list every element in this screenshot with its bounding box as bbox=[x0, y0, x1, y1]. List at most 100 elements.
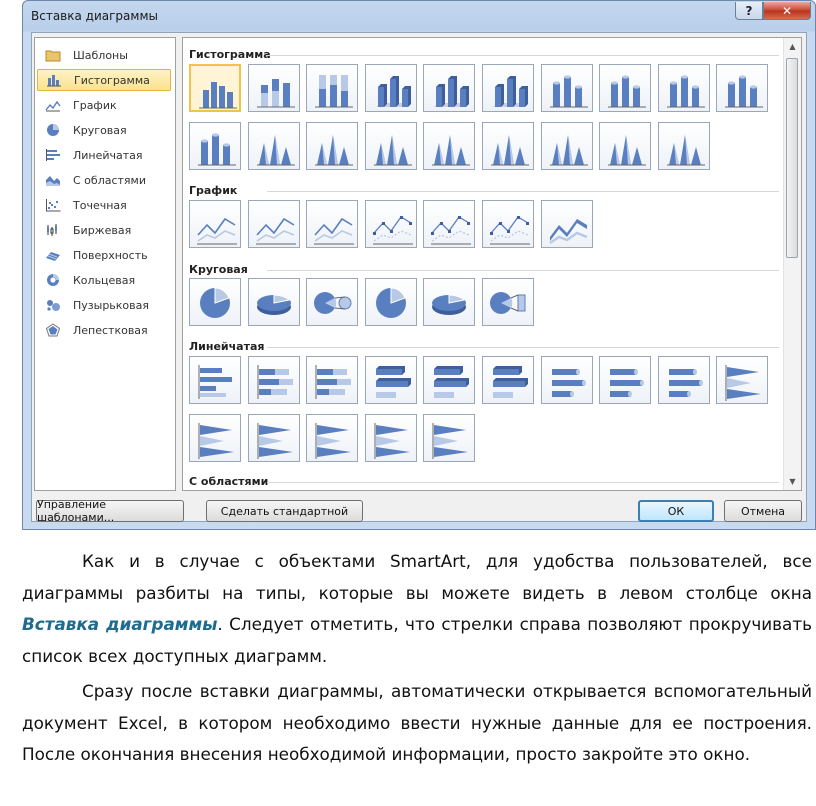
chart-subtype-thumbnail[interactable] bbox=[189, 278, 241, 326]
barcone-chart-icon bbox=[257, 423, 293, 459]
pie-chart-icon bbox=[47, 124, 59, 136]
barstack-chart-icon bbox=[257, 365, 293, 399]
type-item-bubble[interactable]: Пузырьковая bbox=[37, 294, 171, 316]
scroll-down-arrow-icon[interactable]: ▼ bbox=[784, 473, 801, 490]
area-chart-icon bbox=[46, 176, 60, 186]
col-chart-icon bbox=[199, 82, 237, 109]
type-item-area[interactable]: С областями bbox=[37, 169, 171, 191]
chart-subtype-thumbnail[interactable] bbox=[364, 122, 417, 170]
cyl-chart-icon bbox=[666, 75, 705, 108]
type-item-scatter[interactable]: Точечная bbox=[37, 194, 171, 216]
type-item-bar[interactable]: Линейчатая bbox=[37, 144, 171, 166]
scrollbar-thumb[interactable] bbox=[786, 58, 798, 258]
barcyl-chart-icon bbox=[668, 369, 703, 397]
chart-subtype-thumbnail[interactable] bbox=[482, 64, 534, 112]
chart-subtype-thumbnail[interactable] bbox=[482, 122, 534, 170]
chart-subtype-thumbnail[interactable] bbox=[540, 200, 593, 248]
chart-subtype-thumbnail[interactable] bbox=[599, 356, 652, 404]
ok-button[interactable]: ОК bbox=[638, 500, 714, 522]
cone-chart-icon bbox=[373, 135, 412, 166]
chart-subtype-thumbnail[interactable] bbox=[247, 200, 300, 248]
chart-subtype-thumbnail[interactable] bbox=[657, 356, 710, 404]
chart-subtype-thumbnail[interactable] bbox=[247, 64, 300, 112]
chart-subtype-thumbnail[interactable] bbox=[482, 200, 534, 248]
chart-subtype-thumbnail[interactable] bbox=[306, 122, 359, 170]
chart-type-list: Шаблоны Гистограмма График Круговая Лине… bbox=[34, 37, 176, 491]
chart-subtype-thumbnail[interactable] bbox=[657, 122, 710, 170]
type-item-surface[interactable]: Поверхность bbox=[37, 244, 171, 266]
type-item-templates[interactable]: Шаблоны bbox=[37, 44, 171, 66]
radar-chart-icon bbox=[45, 323, 61, 337]
bar-chart-icon bbox=[198, 365, 232, 399]
chart-subtype-thumbnail[interactable] bbox=[540, 122, 593, 170]
chart-subtype-thumbnail[interactable] bbox=[306, 356, 359, 404]
chart-subtype-thumbnail[interactable] bbox=[364, 414, 417, 462]
chart-subtype-thumbnail[interactable] bbox=[189, 414, 241, 462]
section-divider bbox=[267, 482, 779, 483]
chart-gallery: Гистограмма График Круговая Линейчатая С… bbox=[182, 37, 802, 491]
title-bar[interactable]: Вставка диаграммы ? ✕ bbox=[23, 1, 815, 33]
chart-subtype-thumbnail[interactable] bbox=[364, 356, 417, 404]
type-item-label: Линейчатая bbox=[73, 148, 143, 162]
chart-subtype-thumbnail[interactable] bbox=[716, 64, 769, 112]
chart-subtype-thumbnail[interactable] bbox=[247, 356, 300, 404]
cyl-chart-icon bbox=[198, 133, 236, 166]
chart-subtype-thumbnail[interactable] bbox=[364, 278, 417, 326]
cancel-button[interactable]: Отмена bbox=[724, 500, 802, 522]
chart-subtype-thumbnail[interactable] bbox=[189, 122, 241, 170]
chart-subtype-thumbnail[interactable] bbox=[657, 64, 710, 112]
chart-subtype-thumbnail[interactable] bbox=[247, 414, 300, 462]
chart-subtype-thumbnail[interactable] bbox=[716, 356, 769, 404]
chart-subtype-thumbnail[interactable] bbox=[599, 122, 652, 170]
type-item-radar[interactable]: Лепестковая bbox=[37, 319, 171, 341]
type-item-pie[interactable]: Круговая bbox=[37, 119, 171, 141]
chart-subtype-thumbnail[interactable] bbox=[247, 278, 300, 326]
chart-subtype-thumbnail[interactable] bbox=[189, 200, 241, 248]
type-item-stock[interactable]: Биржевая bbox=[37, 219, 171, 241]
paragraph-1-text: Как и в случае с объектами SmartArt, для… bbox=[22, 551, 812, 603]
chart-subtype-thumbnail[interactable] bbox=[423, 200, 476, 248]
pie3d-chart-icon bbox=[256, 294, 291, 315]
pie3d-chart-icon bbox=[432, 294, 467, 315]
dialog-title: Вставка диаграммы bbox=[31, 9, 158, 23]
scatter-chart-icon bbox=[46, 199, 61, 212]
chart-subtype-thumbnail[interactable] bbox=[423, 64, 476, 112]
chart-subtype-thumbnail[interactable] bbox=[189, 64, 241, 112]
barcone-chart-icon bbox=[198, 423, 234, 459]
type-item-column[interactable]: Гистограмма bbox=[37, 69, 171, 91]
type-item-doughnut[interactable]: Кольцевая bbox=[37, 269, 171, 291]
chart-subtype-thumbnail[interactable] bbox=[599, 64, 652, 112]
gallery-scrollbar[interactable]: ▲ ▼ bbox=[783, 38, 801, 490]
chart-subtype-thumbnail[interactable] bbox=[482, 356, 534, 404]
set-default-button[interactable]: Сделать стандартной bbox=[206, 500, 363, 522]
barcyl-chart-icon bbox=[551, 369, 586, 397]
type-item-line[interactable]: График bbox=[37, 94, 171, 116]
chart-subtype-thumbnail[interactable] bbox=[364, 64, 417, 112]
help-button[interactable]: ? bbox=[735, 2, 763, 20]
chart-subtype-thumbnail[interactable] bbox=[540, 356, 593, 404]
chart-subtype-thumbnail[interactable] bbox=[423, 278, 476, 326]
folder-icon bbox=[45, 50, 61, 62]
cone-chart-icon bbox=[549, 135, 588, 166]
chart-subtype-thumbnail[interactable] bbox=[306, 414, 359, 462]
chart-subtype-thumbnail[interactable] bbox=[306, 64, 359, 112]
chart-subtype-thumbnail[interactable] bbox=[423, 356, 476, 404]
chart-subtype-thumbnail[interactable] bbox=[189, 356, 241, 404]
chart-subtype-thumbnail[interactable] bbox=[306, 200, 359, 248]
chart-subtype-thumbnail[interactable] bbox=[423, 122, 476, 170]
manage-templates-button[interactable]: Управление шаблонами... bbox=[36, 498, 184, 524]
barcone-chart-icon bbox=[315, 423, 352, 459]
scroll-up-arrow-icon[interactable]: ▲ bbox=[784, 38, 801, 55]
surface-chart-icon bbox=[46, 252, 60, 261]
chart-subtype-thumbnail[interactable] bbox=[540, 64, 593, 112]
insert-chart-dialog: Вставка диаграммы ? ✕ Шаблоны Гистограмм… bbox=[22, 0, 816, 530]
chart-subtype-thumbnail[interactable] bbox=[423, 414, 476, 462]
section-divider bbox=[267, 347, 779, 348]
col3d-chart-icon bbox=[375, 76, 412, 107]
section-title-column: Гистограмма bbox=[189, 48, 271, 61]
chart-subtype-thumbnail[interactable] bbox=[306, 278, 359, 326]
chart-subtype-thumbnail[interactable] bbox=[247, 122, 300, 170]
close-button[interactable]: ✕ bbox=[763, 2, 811, 20]
chart-subtype-thumbnail[interactable] bbox=[364, 200, 417, 248]
chart-subtype-thumbnail[interactable] bbox=[482, 278, 534, 326]
